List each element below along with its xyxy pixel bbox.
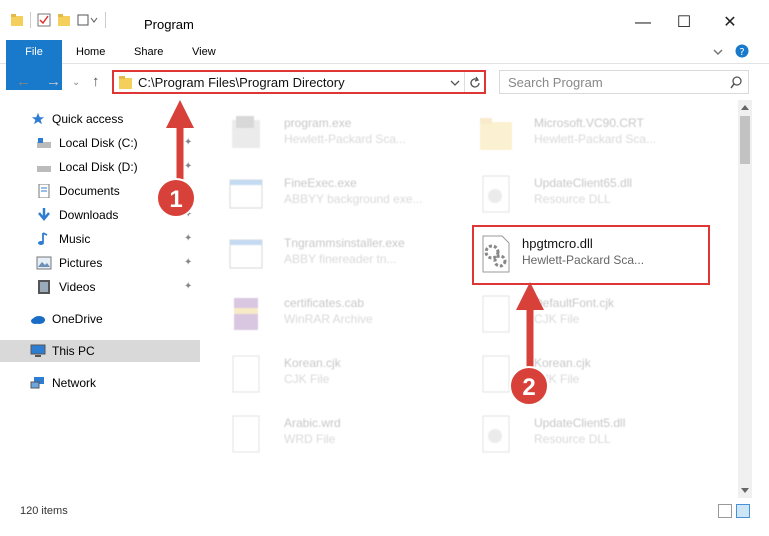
step-badge-2: 2 [509, 366, 549, 406]
annotation-arrows [166, 100, 544, 368]
step-badge-1: 1 [156, 178, 196, 218]
arrow-2 [516, 282, 544, 368]
arrow-1 [166, 100, 194, 180]
